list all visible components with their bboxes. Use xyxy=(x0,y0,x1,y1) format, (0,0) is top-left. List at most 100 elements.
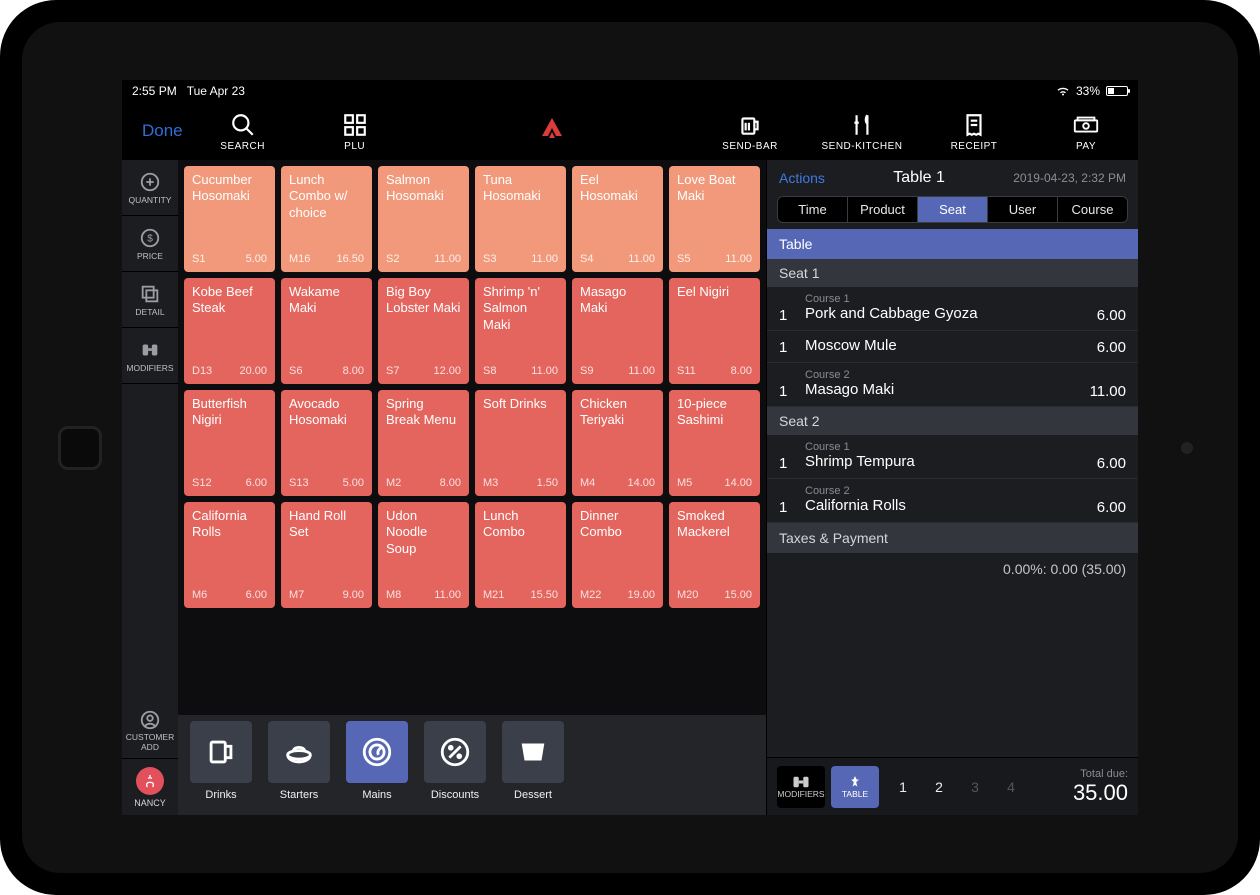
seat-page-2[interactable]: 2 xyxy=(921,766,957,808)
order-line[interactable]: 1 Course 1 Pork and Cabbage Gyoza 6.00 xyxy=(767,287,1138,331)
order-timestamp: 2019-04-23, 2:32 PM xyxy=(1013,171,1126,185)
done-button[interactable]: Done xyxy=(128,121,197,141)
product-tile[interactable]: Eel Hosomaki S4 11.00 xyxy=(572,166,663,272)
seat-header[interactable]: Seat 1 xyxy=(767,259,1138,287)
line-name: Pork and Cabbage Gyoza xyxy=(805,305,1097,322)
line-course: Course 2 xyxy=(805,369,1090,381)
line-qty: 1 xyxy=(779,369,805,400)
tab-user[interactable]: User xyxy=(988,197,1058,222)
product-code: D13 xyxy=(192,365,212,379)
price-button[interactable]: $ PRICE xyxy=(122,216,178,272)
tax-line: 0.00%: 0.00 (35.00) xyxy=(767,553,1138,585)
product-tile[interactable]: Smoked Mackerel M20 15.00 xyxy=(669,502,760,608)
product-tile[interactable]: 10-piece Sashimi M5 14.00 xyxy=(669,390,760,496)
product-tile[interactable]: Butterfish Nigiri S12 6.00 xyxy=(184,390,275,496)
category-discounts[interactable]: Discounts xyxy=(420,721,490,809)
product-tile[interactable]: Wakame Maki S6 8.00 xyxy=(281,278,372,384)
product-tile[interactable]: Dinner Combo M22 19.00 xyxy=(572,502,663,608)
product-price: 14.00 xyxy=(724,477,752,491)
product-tile[interactable]: Kobe Beef Steak D13 20.00 xyxy=(184,278,275,384)
tab-product[interactable]: Product xyxy=(848,197,918,222)
product-price: 8.00 xyxy=(731,365,752,379)
plu-button[interactable]: PLU xyxy=(309,111,401,152)
modifiers-button[interactable]: MODIFIERS xyxy=(122,328,178,384)
product-price: 16.50 xyxy=(336,253,364,267)
product-code: S13 xyxy=(289,477,309,491)
product-tile[interactable]: Big Boy Lobster Maki S7 12.00 xyxy=(378,278,469,384)
product-name: Eel Nigiri xyxy=(677,284,752,300)
order-line[interactable]: 1 Course 2 Masago Maki 11.00 xyxy=(767,363,1138,407)
product-tile[interactable]: Avocado Hosomaki S13 5.00 xyxy=(281,390,372,496)
product-code: S11 xyxy=(677,365,696,379)
product-code: M8 xyxy=(386,589,401,603)
product-name: Lunch Combo w/ choice xyxy=(289,172,364,221)
receipt-button[interactable]: RECEIPT xyxy=(928,111,1020,152)
product-name: Avocado Hosomaki xyxy=(289,396,364,429)
product-code: M16 xyxy=(289,253,310,267)
footer-modifiers-button[interactable]: MODIFIERS xyxy=(777,766,825,808)
battery-icon xyxy=(1106,86,1128,96)
product-name: Chicken Teriyaki xyxy=(580,396,655,429)
product-tile[interactable]: Udon Noodle Soup M8 11.00 xyxy=(378,502,469,608)
product-name: Lunch Combo xyxy=(483,508,558,541)
product-tile[interactable]: Chicken Teriyaki M4 14.00 xyxy=(572,390,663,496)
search-button[interactable]: SEARCH xyxy=(197,111,289,152)
seat-page-1[interactable]: 1 xyxy=(885,766,921,808)
product-tile[interactable]: California Rolls M6 6.00 xyxy=(184,502,275,608)
customer-add-button[interactable]: CUSTOMER ADD xyxy=(122,703,178,759)
product-code: S5 xyxy=(677,253,690,267)
send-bar-button[interactable]: SEND-BAR xyxy=(704,111,796,152)
category-dessert[interactable]: Dessert xyxy=(498,721,568,809)
send-kitchen-button[interactable]: SEND-KITCHEN xyxy=(816,111,908,152)
table-header[interactable]: Table xyxy=(767,229,1138,259)
taxes-header[interactable]: Taxes & Payment xyxy=(767,523,1138,553)
tab-course[interactable]: Course xyxy=(1058,197,1127,222)
tab-seat[interactable]: Seat xyxy=(918,197,988,222)
product-tile[interactable]: Tuna Hosomaki S3 11.00 xyxy=(475,166,566,272)
product-tile[interactable]: Lunch Combo M21 15.50 xyxy=(475,502,566,608)
product-name: Love Boat Maki xyxy=(677,172,752,205)
wifi-icon xyxy=(1056,86,1070,96)
product-name: Masago Maki xyxy=(580,284,655,317)
product-tile[interactable]: Soft Drinks M3 1.50 xyxy=(475,390,566,496)
order-line[interactable]: 1 Course 2 California Rolls 6.00 xyxy=(767,479,1138,523)
product-tile[interactable]: Lunch Combo w/ choice M16 16.50 xyxy=(281,166,372,272)
product-code: S8 xyxy=(483,365,496,379)
product-tile[interactable]: Hand Roll Set M7 9.00 xyxy=(281,502,372,608)
order-line[interactable]: 1 Course 1 Shrimp Tempura 6.00 xyxy=(767,435,1138,479)
order-line[interactable]: 1 Moscow Mule 6.00 xyxy=(767,331,1138,363)
seat-header[interactable]: Seat 2 xyxy=(767,407,1138,435)
tab-time[interactable]: Time xyxy=(778,197,848,222)
product-name: Big Boy Lobster Maki xyxy=(386,284,461,317)
user-switcher[interactable]: NANCY xyxy=(122,759,178,815)
product-tile[interactable]: Salmon Hosomaki S2 11.00 xyxy=(378,166,469,272)
product-tile[interactable]: Masago Maki S9 11.00 xyxy=(572,278,663,384)
product-tile[interactable]: Spring Break Menu M2 8.00 xyxy=(378,390,469,496)
product-name: Dinner Combo xyxy=(580,508,655,541)
quantity-button[interactable]: QUANTITY xyxy=(122,160,178,216)
product-grid: Cucumber Hosomaki S1 5.00Lunch Combo w/ … xyxy=(178,160,766,614)
product-tile[interactable]: Shrimp 'n' Salmon Maki S8 11.00 xyxy=(475,278,566,384)
product-name: Tuna Hosomaki xyxy=(483,172,558,205)
detail-button[interactable]: DETAIL xyxy=(122,272,178,328)
receipt-icon xyxy=(960,111,988,139)
product-tile[interactable]: Cucumber Hosomaki S1 5.00 xyxy=(184,166,275,272)
footer-table-button[interactable]: TABLE xyxy=(831,766,879,808)
product-code: M20 xyxy=(677,589,698,603)
product-code: S4 xyxy=(580,253,593,267)
status-time: 2:55 PM xyxy=(132,84,177,98)
pay-button[interactable]: PAY xyxy=(1040,111,1132,152)
cutlery-icon xyxy=(848,111,876,139)
group-by-tabs: TimeProductSeatUserCourse xyxy=(777,196,1128,223)
actions-button[interactable]: Actions xyxy=(779,170,825,186)
product-tile[interactable]: Eel Nigiri S11 8.00 xyxy=(669,278,760,384)
category-starters[interactable]: Starters xyxy=(264,721,334,809)
product-tile[interactable]: Love Boat Maki S5 11.00 xyxy=(669,166,760,272)
status-bar: 2:55 PM Tue Apr 23 33% xyxy=(122,80,1138,102)
product-name: Shrimp 'n' Salmon Maki xyxy=(483,284,558,333)
category-drinks[interactable]: Drinks xyxy=(186,721,256,809)
line-price: 6.00 xyxy=(1097,441,1126,472)
category-mains[interactable]: Mains xyxy=(342,721,412,809)
product-price: 5.00 xyxy=(343,477,364,491)
person-circle-icon xyxy=(139,709,161,731)
